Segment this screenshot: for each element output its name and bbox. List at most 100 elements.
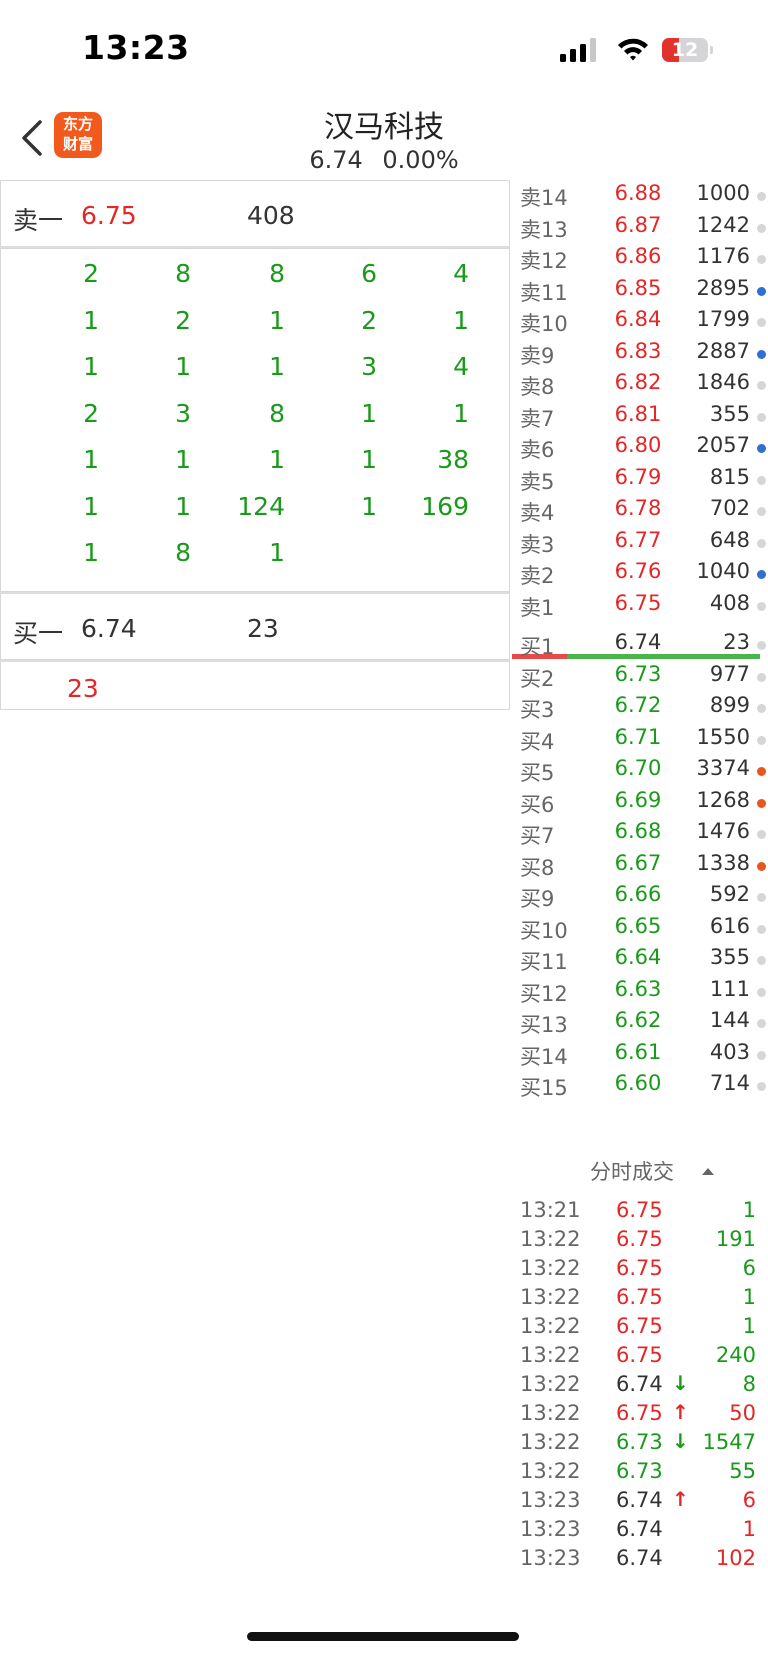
level-volume: 2895 bbox=[696, 275, 750, 300]
queue-cell: 1 bbox=[361, 398, 377, 428]
trade-row: 13:22 6.75 1 bbox=[512, 1314, 768, 1345]
level-price: 6.65 bbox=[614, 913, 662, 938]
trade-row: 13:23 6.74 1 bbox=[512, 1517, 768, 1548]
queue-cell: 1 bbox=[175, 352, 191, 381]
level-label: 卖6 bbox=[520, 438, 555, 462]
order-book-row[interactable]: 卖11 6.85 2895 bbox=[512, 275, 768, 308]
trade-time: 13:22 bbox=[520, 1430, 581, 1454]
level-label: 买14 bbox=[520, 1044, 568, 1069]
queue-cell: 6 bbox=[361, 259, 377, 288]
order-book-row[interactable]: 卖7 6.81 355 bbox=[512, 401, 768, 434]
order-book-row[interactable]: 卖2 6.76 1040 bbox=[512, 558, 768, 591]
stock-quote: 6.74 0.00% bbox=[0, 146, 768, 174]
level-volume: 1476 bbox=[696, 819, 750, 843]
level-price: 6.81 bbox=[614, 401, 662, 426]
level-label: 卖11 bbox=[520, 280, 568, 305]
order-book-row[interactable]: 买12 6.63 111 bbox=[512, 976, 768, 1009]
level-price: 6.78 bbox=[614, 496, 662, 520]
order-book-row[interactable]: 买1 6.74 23 bbox=[512, 629, 768, 662]
status-dot-icon bbox=[757, 924, 766, 934]
order-book-row[interactable]: 买5 6.70 3374 bbox=[512, 755, 768, 788]
trade-price: 6.75 bbox=[616, 1343, 663, 1367]
order-book-row[interactable]: 买6 6.69 1268 bbox=[512, 787, 768, 820]
level-volume: 1000 bbox=[696, 181, 750, 205]
order-book-row[interactable]: 卖6 6.80 2057 bbox=[512, 432, 768, 465]
level-volume: 1338 bbox=[696, 850, 750, 875]
trade-volume: 8 bbox=[742, 1372, 756, 1396]
logo-line-2: 财富 bbox=[62, 135, 93, 153]
order-book-row[interactable]: 卖4 6.78 702 bbox=[512, 495, 768, 528]
eastmoney-logo[interactable]: 东方 财富 bbox=[54, 112, 102, 158]
level-price: 6.74 bbox=[614, 630, 662, 654]
level-volume: 1242 bbox=[696, 212, 750, 237]
level-label: 买11 bbox=[520, 950, 568, 974]
order-book-row[interactable]: 买9 6.66 592 bbox=[512, 881, 768, 914]
level-volume: 815 bbox=[709, 464, 750, 489]
level-volume: 23 bbox=[723, 630, 750, 654]
queue-cell: 8 bbox=[175, 538, 191, 567]
trade-row: 13:22 6.75 191 bbox=[512, 1227, 768, 1258]
order-book-row[interactable]: 买10 6.65 616 bbox=[512, 913, 768, 946]
order-book-row[interactable]: 买7 6.68 1476 bbox=[512, 818, 768, 851]
order-book-row[interactable]: 卖14 6.88 1000 bbox=[512, 180, 768, 213]
status-dot-icon bbox=[757, 507, 766, 516]
level-label: 卖2 bbox=[520, 564, 555, 588]
status-dot-icon bbox=[757, 570, 766, 579]
order-book-row[interactable]: 买14 6.61 403 bbox=[512, 1039, 768, 1072]
level-label: 卖10 bbox=[520, 312, 568, 336]
trade-time: 13:23 bbox=[520, 1546, 581, 1570]
order-book-row[interactable]: 买8 6.67 1338 bbox=[512, 850, 768, 883]
trade-time: 13:22 bbox=[520, 1459, 581, 1483]
trade-time: 13:22 bbox=[520, 1285, 581, 1309]
queue-cell: 124 bbox=[237, 491, 285, 521]
order-book-row[interactable]: 卖12 6.86 1176 bbox=[512, 243, 768, 276]
queue-cell: 1 bbox=[175, 445, 191, 474]
order-book-row[interactable]: 买4 6.71 1550 bbox=[512, 724, 768, 757]
order-book-row[interactable]: 卖10 6.84 1799 bbox=[512, 306, 768, 339]
order-book-row[interactable]: 卖8 6.82 1846 bbox=[512, 369, 768, 402]
trade-volume: 1547 bbox=[702, 1430, 756, 1454]
order-book-row[interactable]: 买11 6.64 355 bbox=[512, 944, 768, 977]
level-price: 6.61 bbox=[614, 1039, 662, 1064]
queue-cell: 1 bbox=[269, 352, 285, 381]
trade-time: 13:22 bbox=[520, 1372, 581, 1396]
level-label: 买5 bbox=[520, 761, 555, 785]
back-chevron-left-icon[interactable] bbox=[16, 118, 52, 158]
status-dot-icon bbox=[757, 767, 766, 776]
level-label: 卖3 bbox=[520, 532, 555, 557]
queue-cell: 3 bbox=[175, 398, 191, 428]
order-book-row[interactable]: 卖13 6.87 1242 bbox=[512, 212, 768, 245]
level-volume: 899 bbox=[709, 693, 750, 717]
order-book-row[interactable]: 买15 6.60 714 bbox=[512, 1070, 768, 1103]
level-price: 6.79 bbox=[614, 464, 662, 489]
logo-line-1: 东方 bbox=[62, 115, 93, 133]
trade-price: 6.75 bbox=[616, 1227, 663, 1251]
status-dot-icon bbox=[757, 893, 766, 902]
order-book-row[interactable]: 买2 6.73 977 bbox=[512, 661, 768, 694]
trade-direction-arrow-icon: ↓ bbox=[672, 1371, 689, 1395]
status-dot-icon bbox=[757, 672, 766, 682]
order-book-row[interactable]: 卖3 6.77 648 bbox=[512, 527, 768, 560]
level-label: 买9 bbox=[520, 887, 555, 911]
trade-time: 13:22 bbox=[520, 1401, 581, 1425]
order-book-row[interactable]: 买13 6.62 144 bbox=[512, 1007, 768, 1040]
level-label: 卖5 bbox=[520, 469, 555, 494]
level-label: 买10 bbox=[520, 918, 568, 943]
order-book-row[interactable]: 卖5 6.79 815 bbox=[512, 464, 768, 497]
sell-one-volume: 408 bbox=[247, 201, 295, 230]
time-sales-header[interactable]: 分时成交 bbox=[512, 1156, 768, 1190]
level-price: 6.88 bbox=[614, 181, 662, 205]
trade-price: 6.75 bbox=[616, 1314, 663, 1338]
level-price: 6.67 bbox=[614, 850, 662, 875]
queue-cell: 1 bbox=[361, 491, 377, 521]
level-volume: 592 bbox=[709, 882, 750, 906]
status-dot-icon bbox=[757, 349, 766, 359]
level-price: 6.83 bbox=[614, 338, 662, 363]
order-book-row[interactable]: 卖1 6.75 408 bbox=[512, 590, 768, 623]
order-book-row[interactable]: 买3 6.72 899 bbox=[512, 692, 768, 725]
order-book-row[interactable]: 卖9 6.83 2887 bbox=[512, 338, 768, 371]
level-price: 6.72 bbox=[614, 693, 662, 717]
buy-one-row: 买一 6.74 23 bbox=[0, 592, 510, 660]
trade-row: 13:23 6.74 ↑ 6 bbox=[512, 1487, 768, 1519]
trade-price: 6.74 bbox=[616, 1546, 663, 1570]
